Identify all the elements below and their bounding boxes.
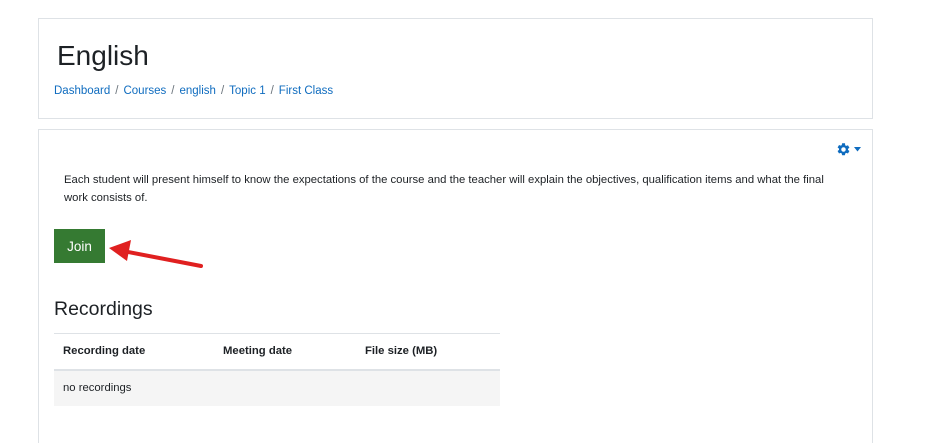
breadcrumb-separator: / (171, 85, 175, 97)
column-recording-date: Recording date (54, 333, 214, 371)
recordings-table: Recording date Meeting date File size (M… (54, 333, 500, 406)
breadcrumb-courses[interactable]: Courses (123, 85, 166, 97)
activity-description: Each student will present himself to kno… (64, 174, 824, 204)
breadcrumb-topic[interactable]: Topic 1 (229, 85, 265, 97)
breadcrumb-dashboard[interactable]: Dashboard (54, 85, 110, 97)
settings-menu-button[interactable] (836, 142, 861, 157)
empty-recordings-message: no recordings (54, 369, 500, 406)
page-header: English Dashboard / Courses / english / … (38, 18, 873, 119)
table-row: no recordings (54, 369, 500, 406)
breadcrumb-separator: / (115, 85, 119, 97)
column-file-size: File size (MB) (356, 333, 500, 371)
join-button[interactable]: Join (54, 229, 105, 263)
annotation-arrow-icon (109, 240, 203, 268)
table-header-row: Recording date Meeting date File size (M… (54, 333, 500, 371)
breadcrumb: Dashboard / Courses / english / Topic 1 … (54, 85, 333, 97)
recordings-heading: Recordings (54, 298, 153, 320)
column-meeting-date: Meeting date (214, 333, 356, 371)
gear-icon (836, 142, 851, 157)
page-title: English (57, 40, 149, 71)
breadcrumb-course-english[interactable]: english (180, 85, 216, 97)
breadcrumb-separator: / (220, 85, 225, 97)
caret-down-icon (854, 147, 861, 152)
activity-content: Each student will present himself to kno… (38, 129, 873, 443)
breadcrumb-separator: / (270, 85, 274, 97)
breadcrumb-activity[interactable]: First Class (279, 85, 333, 97)
